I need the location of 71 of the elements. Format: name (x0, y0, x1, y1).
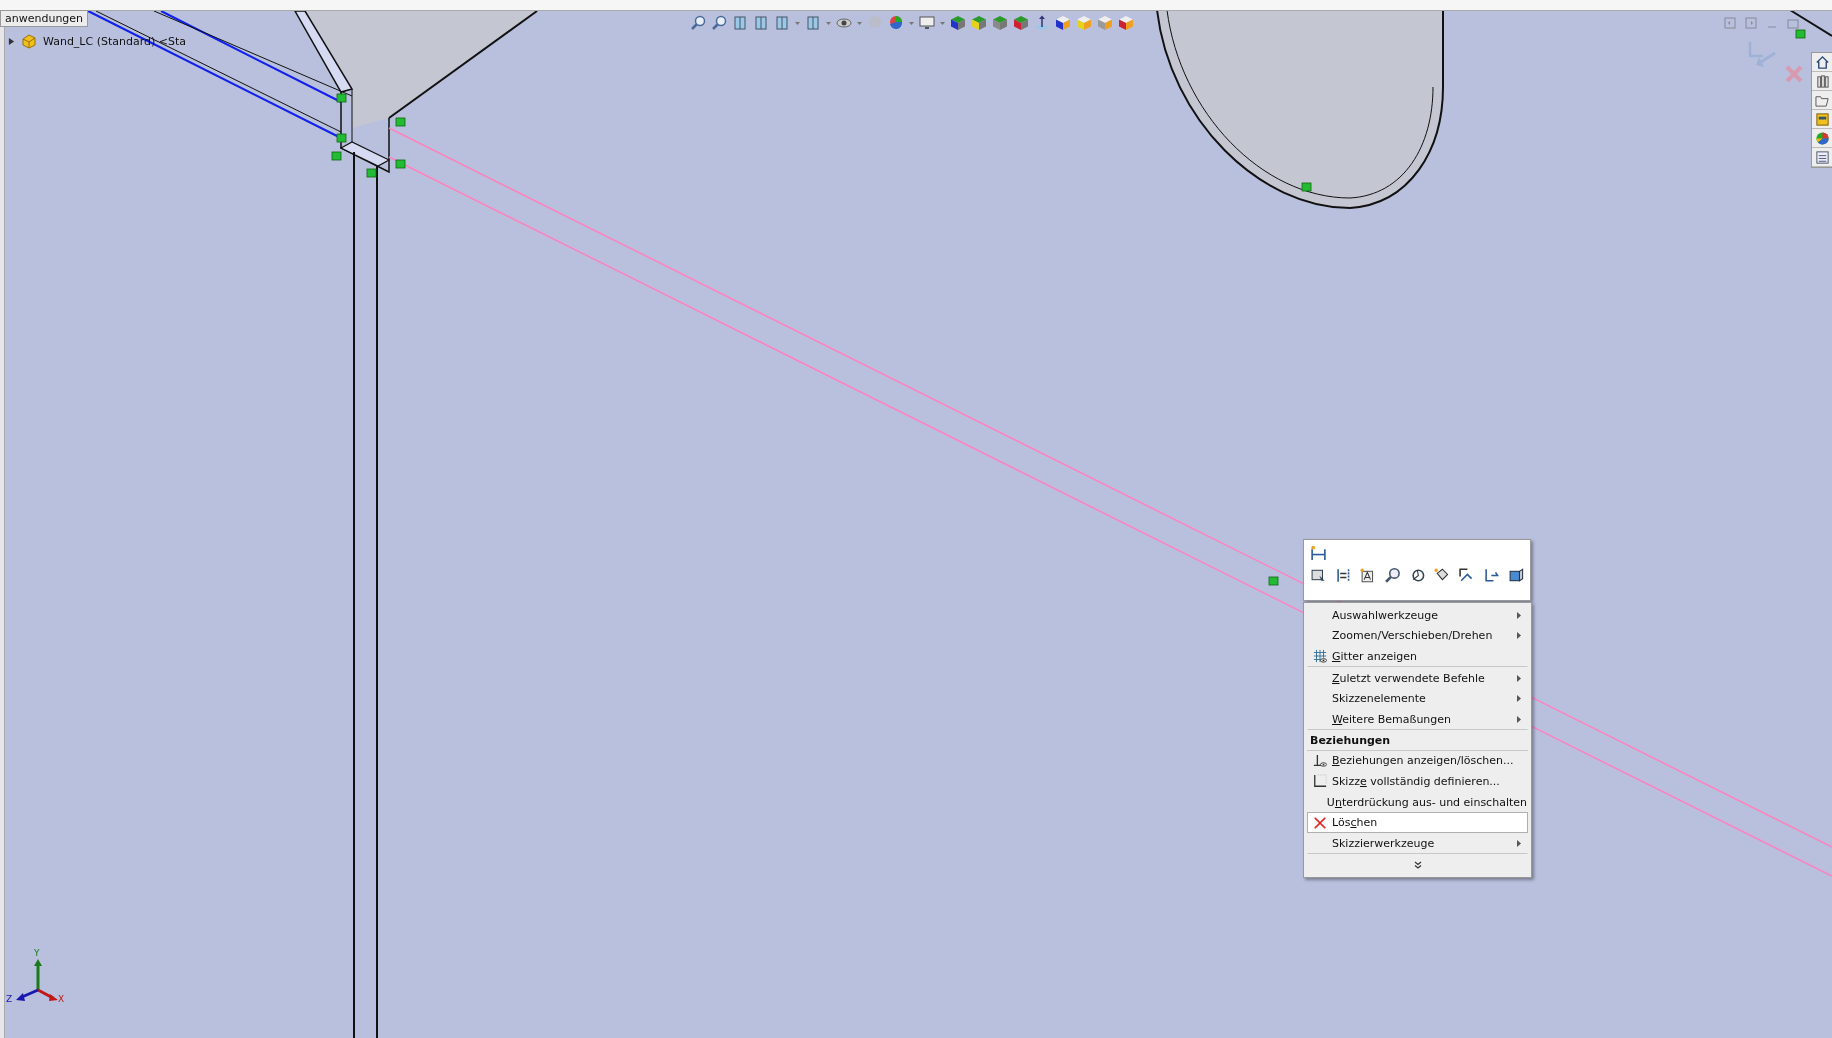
cube-view-icon[interactable] (950, 15, 966, 31)
library-tab[interactable] (1812, 72, 1832, 91)
relation-marker-icon[interactable] (395, 117, 406, 127)
caret-icon[interactable] (857, 20, 862, 26)
relation-marker-icon[interactable] (395, 159, 406, 169)
box-icon[interactable] (1507, 567, 1525, 584)
cube-view-icon[interactable] (1013, 15, 1029, 31)
list-tab[interactable] (1812, 148, 1832, 167)
menu-item[interactable]: Skizze vollständig definieren... (1307, 771, 1528, 792)
menu-item[interactable]: Unterdrückung aus- und einschalten (1307, 791, 1528, 813)
relation-marker-icon[interactable] (1301, 182, 1312, 192)
palette-tab[interactable] (1812, 110, 1832, 129)
relation-marker-icon[interactable] (336, 133, 347, 143)
dimension-icon[interactable] (1310, 545, 1327, 562)
relation-marker-icon[interactable] (366, 168, 377, 178)
axis-label: Z (6, 995, 13, 1004)
submenu-arrow-icon (1517, 715, 1521, 723)
zoom-area-icon[interactable] (711, 15, 727, 31)
view-cube-icon[interactable] (753, 15, 769, 31)
relation-marker-icon[interactable] (1268, 576, 1279, 586)
cube-view-icon[interactable] (1118, 15, 1134, 31)
submenu-arrow-icon (1517, 611, 1521, 619)
menu-item[interactable]: Zoomen/Verschieben/Drehen (1307, 625, 1528, 647)
submenu-arrow-icon (1517, 674, 1521, 682)
menu-item[interactable]: Weitere Bemaßungen (1307, 708, 1528, 730)
zoom-icon[interactable] (690, 15, 706, 31)
part-icon (21, 33, 37, 49)
caret-icon[interactable] (826, 20, 831, 26)
submenu-arrow-icon (1517, 839, 1521, 847)
menu-item[interactable]: Skizzierwerkzeuge (1307, 832, 1528, 854)
caret-icon[interactable] (795, 20, 800, 26)
tile-right-icon[interactable] (1745, 17, 1757, 29)
relation-marker-icon[interactable] (336, 93, 347, 103)
caret-icon[interactable] (940, 20, 945, 26)
axis-label: Y (34, 949, 40, 958)
filter-icon[interactable] (1334, 567, 1352, 584)
view-cube-icon[interactable] (732, 15, 748, 31)
expand-menu-icon[interactable] (1413, 860, 1422, 869)
relation-icon (1313, 753, 1327, 768)
appearance-tab[interactable] (1812, 129, 1832, 148)
grid-icon (1313, 649, 1327, 664)
zoom-icon[interactable] (1384, 567, 1401, 584)
menu-item[interactable]: Auswahlwerkzeuge (1307, 605, 1528, 626)
menu-item[interactable]: Zuletzt verwendete Befehle (1307, 667, 1528, 689)
relation-marker-icon[interactable] (1795, 29, 1806, 39)
tooltip: anwendungen (0, 10, 89, 27)
menu-section-heading: Beziehungen (1307, 730, 1528, 751)
view-cube-icon[interactable] (774, 15, 790, 31)
delete-icon (1313, 815, 1327, 830)
relation-marker-icon[interactable] (331, 151, 342, 161)
menu-item[interactable]: Löschen (1307, 812, 1528, 833)
menu-item[interactable]: Skizzenelemente (1307, 688, 1528, 709)
measure-icon[interactable] (1310, 567, 1327, 584)
eye-icon[interactable] (836, 15, 852, 31)
text-icon[interactable] (1359, 567, 1376, 584)
view-cube-icon[interactable] (805, 15, 821, 31)
caret-icon[interactable] (909, 20, 914, 26)
cube-view-icon[interactable] (1055, 15, 1071, 31)
tile-left-icon[interactable] (1724, 17, 1736, 29)
loop-icon[interactable] (1482, 567, 1500, 584)
normal-to-icon[interactable] (1034, 15, 1050, 31)
expand-arrow-icon[interactable] (8, 36, 15, 46)
menu-item[interactable]: Gitter anzeigen (1307, 646, 1528, 667)
home-tab[interactable] (1812, 53, 1832, 72)
submenu-arrow-icon (1517, 695, 1521, 703)
submenu-arrow-icon (1517, 632, 1521, 640)
scene-icon[interactable] (888, 15, 904, 31)
sketch-icon (1313, 774, 1327, 789)
axis-label: X (58, 995, 65, 1004)
monitor-icon[interactable] (919, 15, 935, 31)
menu-item[interactable]: Beziehungen anzeigen/löschen... (1307, 750, 1528, 772)
